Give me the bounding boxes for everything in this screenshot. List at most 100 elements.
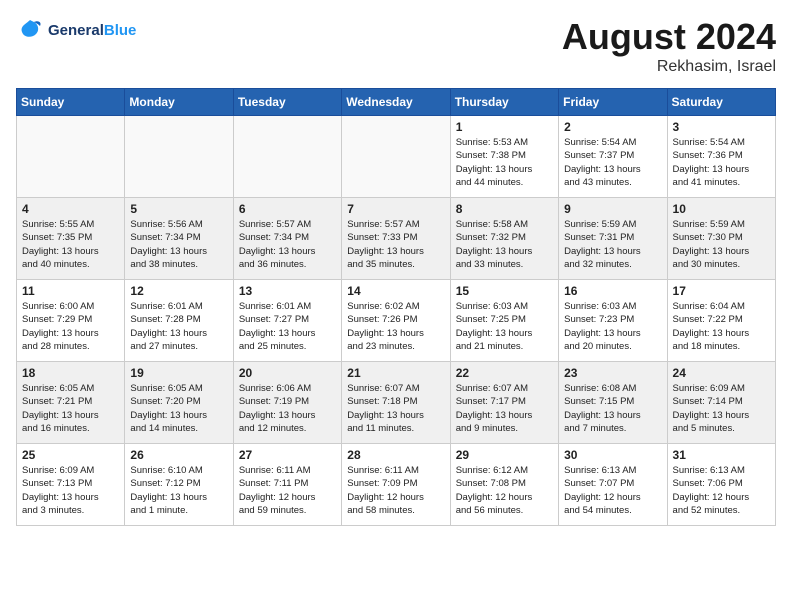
- day-number: 11: [22, 284, 119, 298]
- day-number: 15: [456, 284, 553, 298]
- day-number: 10: [673, 202, 770, 216]
- day-number: 24: [673, 366, 770, 380]
- day-number: 16: [564, 284, 661, 298]
- day-info: Sunrise: 5:57 AM Sunset: 7:34 PM Dayligh…: [239, 218, 336, 271]
- calendar-week-row: 25 Sunrise: 6:09 AM Sunset: 7:13 PM Dayli…: [17, 444, 776, 526]
- day-info: Sunrise: 6:03 AM Sunset: 7:23 PM Dayligh…: [564, 300, 661, 353]
- calendar-day-cell: 16 Sunrise: 6:03 AM Sunset: 7:23 PM Dayli…: [559, 280, 667, 362]
- day-number: 27: [239, 448, 336, 462]
- calendar-day-cell: 19 Sunrise: 6:05 AM Sunset: 7:20 PM Dayli…: [125, 362, 233, 444]
- day-info: Sunrise: 6:10 AM Sunset: 7:12 PM Dayligh…: [130, 464, 227, 517]
- day-info: Sunrise: 6:08 AM Sunset: 7:15 PM Dayligh…: [564, 382, 661, 435]
- calendar-day-cell: 10 Sunrise: 5:59 AM Sunset: 7:30 PM Dayli…: [667, 198, 775, 280]
- day-number: 19: [130, 366, 227, 380]
- day-info: Sunrise: 6:01 AM Sunset: 7:27 PM Dayligh…: [239, 300, 336, 353]
- day-number: 6: [239, 202, 336, 216]
- empty-cell: [233, 116, 341, 198]
- calendar-day-cell: 15Sunrise: 6:03 AM Sunset: 7:25 PM Dayli…: [450, 280, 558, 362]
- day-info: Sunrise: 6:11 AM Sunset: 7:09 PM Dayligh…: [347, 464, 444, 517]
- weekday-header-tuesday: Tuesday: [233, 89, 341, 116]
- day-number: 7: [347, 202, 444, 216]
- calendar-day-cell: 9Sunrise: 5:59 AM Sunset: 7:31 PM Daylig…: [559, 198, 667, 280]
- calendar-week-row: 18 Sunrise: 6:05 AM Sunset: 7:21 PM Dayli…: [17, 362, 776, 444]
- calendar-day-cell: 18 Sunrise: 6:05 AM Sunset: 7:21 PM Dayli…: [17, 362, 125, 444]
- day-info: Sunrise: 6:11 AM Sunset: 7:11 PM Dayligh…: [239, 464, 336, 517]
- day-number: 5: [130, 202, 227, 216]
- day-info: Sunrise: 6:05 AM Sunset: 7:20 PM Dayligh…: [130, 382, 227, 435]
- day-number: 18: [22, 366, 119, 380]
- day-info: Sunrise: 6:04 AM Sunset: 7:22 PM Dayligh…: [673, 300, 770, 353]
- calendar-day-cell: 28 Sunrise: 6:11 AM Sunset: 7:09 PM Dayli…: [342, 444, 450, 526]
- weekday-header-row: SundayMondayTuesdayWednesdayThursdayFrid…: [17, 89, 776, 116]
- logo: GeneralBlue: [16, 16, 136, 44]
- day-info: Sunrise: 5:54 AM Sunset: 7:36 PM Dayligh…: [673, 136, 770, 189]
- calendar-table: SundayMondayTuesdayWednesdayThursdayFrid…: [16, 88, 776, 526]
- empty-cell: [342, 116, 450, 198]
- calendar-day-cell: 7Sunrise: 5:57 AM Sunset: 7:33 PM Daylig…: [342, 198, 450, 280]
- day-number: 28: [347, 448, 444, 462]
- logo-text: GeneralBlue: [48, 22, 136, 39]
- day-number: 30: [564, 448, 661, 462]
- calendar-day-cell: 4Sunrise: 5:55 AM Sunset: 7:35 PM Daylig…: [17, 198, 125, 280]
- logo-icon: [16, 16, 44, 44]
- day-number: 13: [239, 284, 336, 298]
- calendar-week-row: 4Sunrise: 5:55 AM Sunset: 7:35 PM Daylig…: [17, 198, 776, 280]
- day-number: 22: [456, 366, 553, 380]
- calendar-day-cell: 2Sunrise: 5:54 AM Sunset: 7:37 PM Daylig…: [559, 116, 667, 198]
- day-number: 21: [347, 366, 444, 380]
- day-info: Sunrise: 6:09 AM Sunset: 7:14 PM Dayligh…: [673, 382, 770, 435]
- calendar-day-cell: 27 Sunrise: 6:11 AM Sunset: 7:11 PM Dayli…: [233, 444, 341, 526]
- day-number: 17: [673, 284, 770, 298]
- calendar-day-cell: 23 Sunrise: 6:08 AM Sunset: 7:15 PM Dayli…: [559, 362, 667, 444]
- weekday-header-thursday: Thursday: [450, 89, 558, 116]
- day-info: Sunrise: 6:13 AM Sunset: 7:06 PM Dayligh…: [673, 464, 770, 517]
- day-number: 1: [456, 120, 553, 134]
- calendar-day-cell: 29Sunrise: 6:12 AM Sunset: 7:08 PM Dayli…: [450, 444, 558, 526]
- calendar-day-cell: 13 Sunrise: 6:01 AM Sunset: 7:27 PM Dayli…: [233, 280, 341, 362]
- calendar-day-cell: 17 Sunrise: 6:04 AM Sunset: 7:22 PM Dayli…: [667, 280, 775, 362]
- calendar-week-row: 11Sunrise: 6:00 AM Sunset: 7:29 PM Dayli…: [17, 280, 776, 362]
- calendar-day-cell: 25 Sunrise: 6:09 AM Sunset: 7:13 PM Dayli…: [17, 444, 125, 526]
- day-info: Sunrise: 5:59 AM Sunset: 7:30 PM Dayligh…: [673, 218, 770, 271]
- day-info: Sunrise: 6:05 AM Sunset: 7:21 PM Dayligh…: [22, 382, 119, 435]
- title-block: August 2024 Rekhasim, Israel: [562, 16, 776, 76]
- calendar-day-cell: 22 Sunrise: 6:07 AM Sunset: 7:17 PM Dayli…: [450, 362, 558, 444]
- empty-cell: [17, 116, 125, 198]
- calendar-day-cell: 31 Sunrise: 6:13 AM Sunset: 7:06 PM Dayli…: [667, 444, 775, 526]
- day-info: Sunrise: 6:07 AM Sunset: 7:17 PM Dayligh…: [456, 382, 553, 435]
- calendar-day-cell: 24 Sunrise: 6:09 AM Sunset: 7:14 PM Dayli…: [667, 362, 775, 444]
- day-info: Sunrise: 6:01 AM Sunset: 7:28 PM Dayligh…: [130, 300, 227, 353]
- location: Rekhasim, Israel: [562, 58, 776, 76]
- day-info: Sunrise: 6:13 AM Sunset: 7:07 PM Dayligh…: [564, 464, 661, 517]
- weekday-header-sunday: Sunday: [17, 89, 125, 116]
- day-info: Sunrise: 5:54 AM Sunset: 7:37 PM Dayligh…: [564, 136, 661, 189]
- calendar-day-cell: 21 Sunrise: 6:07 AM Sunset: 7:18 PM Dayli…: [342, 362, 450, 444]
- calendar-day-cell: 3Sunrise: 5:54 AM Sunset: 7:36 PM Daylig…: [667, 116, 775, 198]
- day-number: 12: [130, 284, 227, 298]
- day-number: 20: [239, 366, 336, 380]
- weekday-header-monday: Monday: [125, 89, 233, 116]
- day-number: 8: [456, 202, 553, 216]
- day-number: 29: [456, 448, 553, 462]
- calendar-day-cell: 14Sunrise: 6:02 AM Sunset: 7:26 PM Dayli…: [342, 280, 450, 362]
- calendar-day-cell: 11Sunrise: 6:00 AM Sunset: 7:29 PM Dayli…: [17, 280, 125, 362]
- day-info: Sunrise: 5:58 AM Sunset: 7:32 PM Dayligh…: [456, 218, 553, 271]
- weekday-header-friday: Friday: [559, 89, 667, 116]
- weekday-header-saturday: Saturday: [667, 89, 775, 116]
- calendar-day-cell: 1 Sunrise: 5:53 AM Sunset: 7:38 PM Daylig…: [450, 116, 558, 198]
- day-number: 26: [130, 448, 227, 462]
- day-number: 23: [564, 366, 661, 380]
- day-info: Sunrise: 5:53 AM Sunset: 7:38 PM Dayligh…: [456, 136, 553, 189]
- day-info: Sunrise: 6:07 AM Sunset: 7:18 PM Dayligh…: [347, 382, 444, 435]
- calendar-day-cell: 30 Sunrise: 6:13 AM Sunset: 7:07 PM Dayli…: [559, 444, 667, 526]
- calendar-day-cell: 20Sunrise: 6:06 AM Sunset: 7:19 PM Dayli…: [233, 362, 341, 444]
- calendar-week-row: 1 Sunrise: 5:53 AM Sunset: 7:38 PM Daylig…: [17, 116, 776, 198]
- day-number: 25: [22, 448, 119, 462]
- calendar-day-cell: 12 Sunrise: 6:01 AM Sunset: 7:28 PM Dayli…: [125, 280, 233, 362]
- empty-cell: [125, 116, 233, 198]
- calendar-day-cell: 5Sunrise: 5:56 AM Sunset: 7:34 PM Daylig…: [125, 198, 233, 280]
- day-number: 14: [347, 284, 444, 298]
- day-number: 31: [673, 448, 770, 462]
- day-info: Sunrise: 6:09 AM Sunset: 7:13 PM Dayligh…: [22, 464, 119, 517]
- calendar-day-cell: 6 Sunrise: 5:57 AM Sunset: 7:34 PM Daylig…: [233, 198, 341, 280]
